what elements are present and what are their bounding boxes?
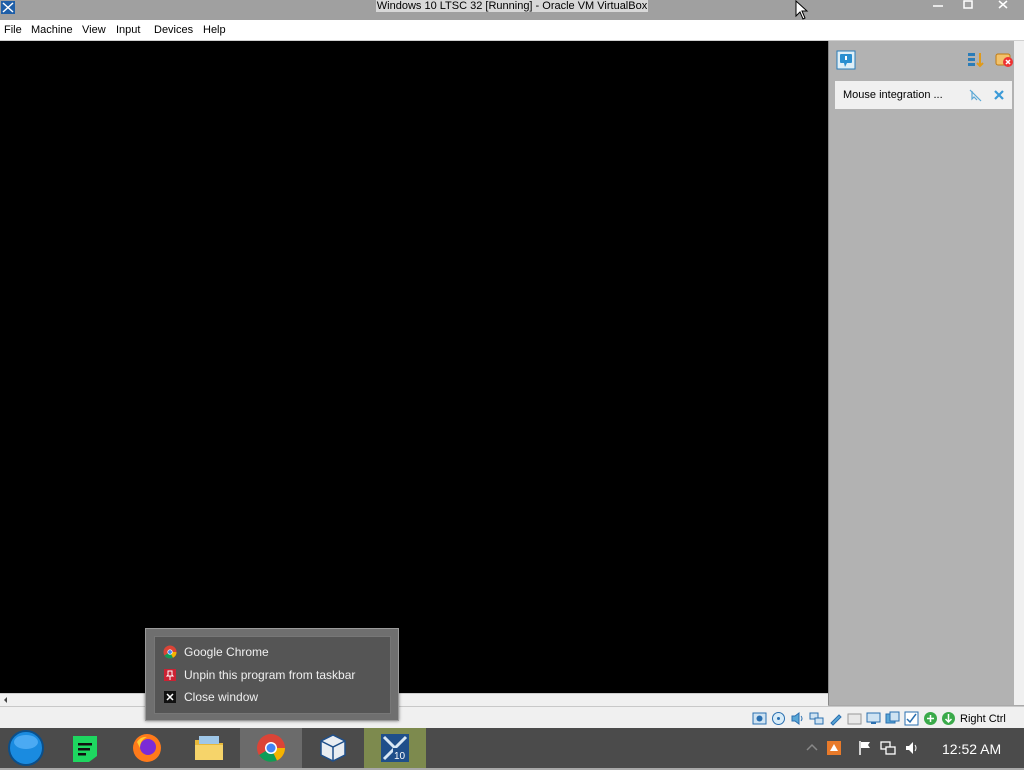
vm-display[interactable] [0,41,828,693]
show-hidden-icons-icon[interactable] [804,740,820,756]
menu-devices[interactable]: Devices [154,20,193,41]
svg-text:10: 10 [394,751,406,762]
menu-machine[interactable]: Machine [31,20,73,41]
close-button[interactable] [988,0,1018,14]
jumplist-label: Unpin this program from taskbar [184,668,356,682]
taskbar-spotify[interactable] [54,728,116,768]
jumplist-panel: Google Chrome Unpin this program from ta… [154,636,391,714]
window-titlebar[interactable]: Windows 10 LTSC 32 [Running] - Oracle VM… [0,0,1024,20]
jumplist-label: Google Chrome [184,645,269,659]
window-title: Windows 10 LTSC 32 [Running] - Oracle VM… [375,0,649,12]
scroll-left-icon[interactable] [2,696,9,704]
warning-icon[interactable] [826,740,842,756]
menu-help[interactable]: Help [203,20,226,41]
spotify-icon [73,736,97,762]
hard-disk-icon[interactable] [752,711,767,726]
unpin-icon [164,669,176,681]
notification-text: Mouse integration ... [843,89,943,101]
cpu-icon[interactable] [923,711,938,726]
jumplist-item-close-window[interactable]: Close window [163,687,383,707]
usb-icon[interactable] [828,711,843,726]
panel-scrollbar[interactable] [1014,41,1024,705]
taskbar-clock[interactable]: 12:52 AM [942,728,1001,770]
taskbar-firefox[interactable] [116,728,178,768]
start-button[interactable] [0,728,54,768]
video-capture-icon[interactable] [885,711,900,726]
start-orb-icon [8,730,44,766]
capture-icon[interactable] [904,711,919,726]
jumplist-label: Close window [184,690,259,704]
maximize-button[interactable] [953,0,983,14]
sort-notifications-icon[interactable] [966,50,986,70]
virtualbox-cube-icon [320,734,346,762]
mouse-cursor-icon [795,0,809,20]
mouse-pointer-disabled-icon[interactable] [969,89,982,102]
dismiss-all-icon[interactable] [994,50,1014,70]
file-explorer-icon [195,736,223,760]
menubar: File Machine View Input Devices Help [0,20,1024,41]
maximize-icon [963,0,973,9]
menu-input[interactable]: Input [116,20,140,41]
display-icon[interactable] [866,711,881,726]
chrome-icon [163,645,177,659]
firefox-icon [133,734,161,762]
taskbar-virtualbox[interactable] [302,728,364,768]
volume-icon[interactable] [904,740,920,756]
optical-drive-icon[interactable] [771,711,786,726]
chrome-icon [257,734,285,762]
action-center-flag-icon[interactable] [857,740,873,756]
close-icon [998,0,1008,9]
menu-view[interactable]: View [82,20,106,41]
vm-horizontal-scrollbar[interactable] [0,693,828,706]
notification-mouse-integration[interactable]: Mouse integration ... [835,81,1012,109]
jumplist-item-google-chrome[interactable]: Google Chrome [163,642,383,662]
taskbar-windows10-vm[interactable]: 10 [364,728,426,768]
notification-center-icon[interactable] [836,50,856,70]
windows-taskbar: 10 12:52 AM [0,728,1024,768]
taskbar-file-explorer[interactable] [178,728,240,768]
vm-window-icon: 10 [381,734,409,762]
jumplist-item-unpin[interactable]: Unpin this program from taskbar [163,665,383,685]
close-notification-icon[interactable] [993,89,1005,101]
minimize-button[interactable] [923,0,953,14]
network-icon[interactable] [809,711,824,726]
notification-center-panel [828,41,1015,705]
minimize-icon [933,5,943,7]
audio-icon[interactable] [790,711,805,726]
mouse-integration-icon[interactable] [941,711,956,726]
taskbar-chrome[interactable] [240,728,302,768]
close-icon [164,691,176,703]
menu-file[interactable]: File [4,20,22,41]
shared-folders-icon[interactable] [847,711,862,726]
taskbar-jumplist: Google Chrome Unpin this program from ta… [145,628,399,721]
network-tray-icon[interactable] [880,740,896,756]
